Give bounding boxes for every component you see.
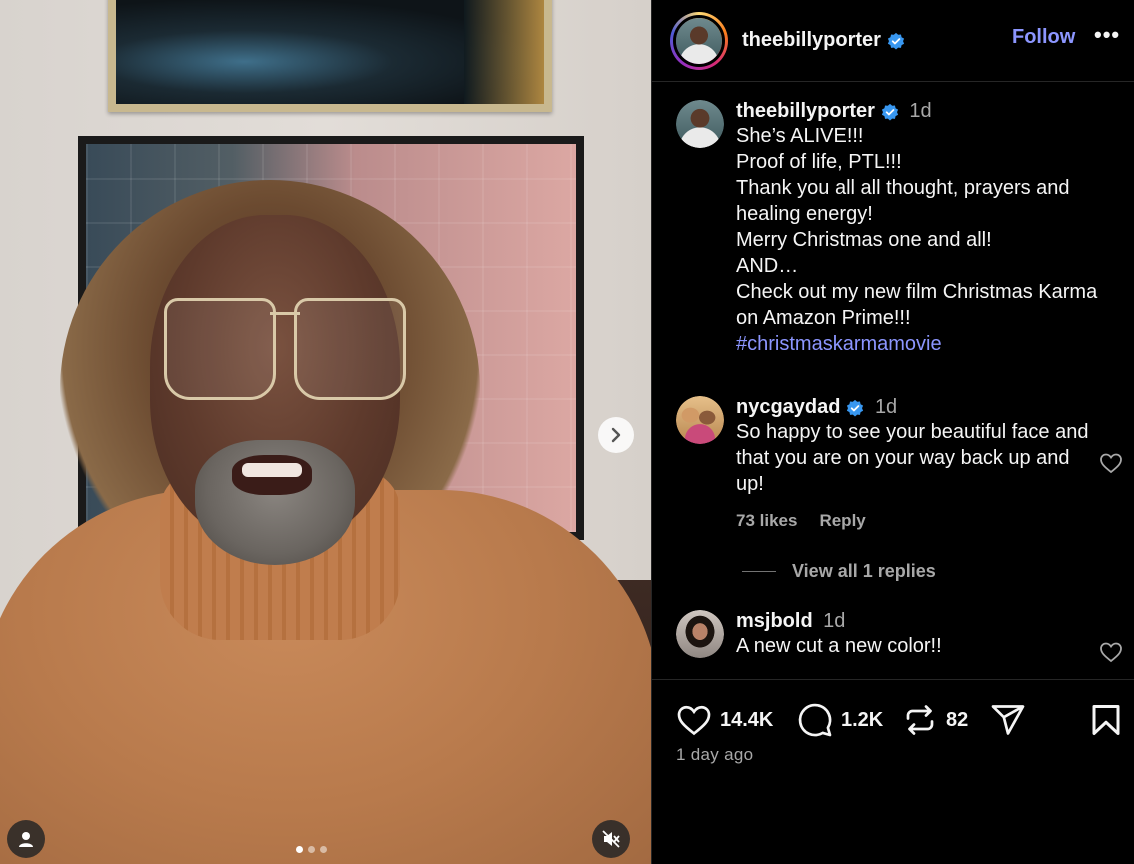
repost-count[interactable]: 82 [946, 709, 968, 732]
caption-text: She’s ALIVE!!! Proof of life, PTL!!! Tha… [736, 125, 1098, 329]
post-side-panel: theebillyporter Follow ••• theebillyport… [651, 0, 1134, 864]
chevron-right-icon [611, 427, 621, 443]
action-bar: 14.4K 1.2K 82 1 day ago [652, 679, 1134, 864]
like-count[interactable]: 14.4K [720, 709, 773, 732]
more-options-button[interactable]: ••• [1094, 22, 1120, 48]
user-tag-icon [19, 832, 33, 847]
comment-text: So happy to see your beautiful face and … [736, 421, 1089, 495]
caption-username[interactable]: theebillyporter [736, 100, 875, 123]
heart-icon[interactable] [1098, 640, 1124, 664]
comment-count[interactable]: 1.2K [841, 709, 883, 732]
bookmark-icon [1092, 705, 1120, 735]
repost-button[interactable]: 82 [902, 702, 968, 738]
muted-speaker-icon [602, 830, 620, 848]
caption: theebillyporter 1d She’s ALIVE!!! Proof … [676, 100, 1108, 357]
heart-icon[interactable] [1098, 451, 1124, 475]
comment-button[interactable]: 1.2K [797, 702, 883, 738]
caption-hashtag[interactable]: #christmaskarmamovie [736, 331, 1108, 357]
comment-time[interactable]: 1d [823, 610, 845, 632]
person-in-video [0, 0, 651, 864]
audio-toggle-button[interactable] [592, 820, 630, 858]
comment-item: nycgaydad 1d So happy to see your beauti… [676, 396, 1092, 531]
reply-divider [742, 571, 776, 572]
carousel-indicator [296, 846, 327, 853]
comment-item: msjbold 1d A new cut a new color!! [676, 610, 1092, 659]
commenter-avatar[interactable] [676, 610, 724, 658]
commenter-username[interactable]: msjbold [736, 610, 813, 633]
post-media[interactable] [0, 0, 651, 864]
like-button[interactable]: 14.4K [676, 702, 773, 738]
next-slide-button[interactable] [598, 417, 634, 453]
save-button[interactable] [1088, 702, 1124, 738]
view-replies-label[interactable]: View all 1 replies [792, 561, 936, 582]
post-header: theebillyporter Follow ••• [652, 0, 1134, 82]
commenter-avatar[interactable] [676, 396, 724, 444]
tagged-users-button[interactable] [7, 820, 45, 858]
reply-button[interactable]: Reply [819, 511, 865, 531]
carousel-dot [296, 846, 303, 853]
author-avatar[interactable] [670, 11, 728, 70]
carousel-dot [308, 846, 315, 853]
post-timestamp[interactable]: 1 day ago [676, 745, 753, 765]
follow-button[interactable]: Follow [1012, 26, 1075, 49]
author-avatar-small[interactable] [676, 100, 724, 148]
heart-icon [677, 705, 711, 736]
share-icon [991, 705, 1025, 735]
verified-icon [847, 399, 864, 416]
comments-section[interactable]: theebillyporter 1d She’s ALIVE!!! Proof … [652, 83, 1134, 678]
share-button[interactable] [990, 702, 1026, 738]
comment-likes[interactable]: 73 likes [736, 511, 797, 531]
repost-icon [906, 705, 934, 735]
caption-time[interactable]: 1d [909, 100, 931, 122]
view-replies-button[interactable]: View all 1 replies [742, 561, 936, 582]
comment-time[interactable]: 1d [875, 396, 897, 418]
comment-icon [798, 703, 832, 737]
commenter-username[interactable]: nycgaydad [736, 396, 840, 419]
verified-icon [887, 32, 905, 49]
author-username[interactable]: theebillyporter [742, 29, 881, 52]
comment-text: A new cut a new color!! [736, 635, 942, 657]
verified-icon [881, 103, 899, 120]
carousel-dot [320, 846, 327, 853]
